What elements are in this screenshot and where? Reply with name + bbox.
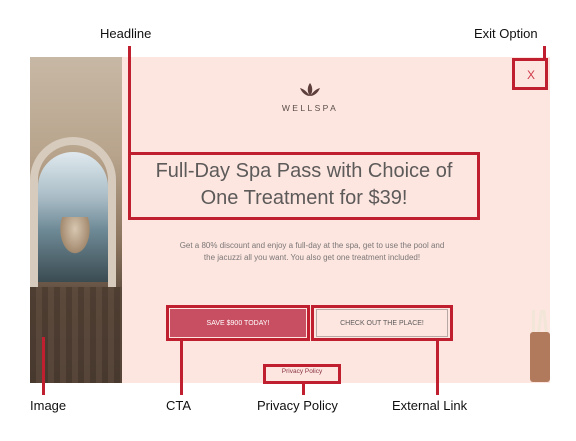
lotus-logo-icon <box>300 83 320 96</box>
cta-highlight-box <box>166 305 310 341</box>
headline-label: Headline <box>100 26 152 41</box>
fountain <box>58 217 92 257</box>
body-line-1: Get a 80% discount and enjoy a full-day … <box>179 241 445 250</box>
headline-leader-line <box>128 46 131 154</box>
body-line-2: the jacuzzi all you want. You also get o… <box>203 253 421 262</box>
exit-option-label: Exit Option <box>474 26 538 41</box>
exit-highlight-box <box>512 58 548 90</box>
cta-leader-line <box>180 339 183 395</box>
image-label: Image <box>30 398 67 413</box>
spa-photo <box>30 57 122 383</box>
external-leader-line <box>436 339 439 395</box>
external-link-highlight-box <box>311 305 453 341</box>
ad-body-text: Get a 80% discount and enjoy a full-day … <box>162 240 462 264</box>
annotated-ad-diagram: WELLSPA Full-Day Spa Pass with Choice of… <box>0 0 576 441</box>
cta-label: CTA <box>166 398 192 413</box>
privacy-leader-line <box>302 382 305 395</box>
privacy-highlight-box <box>263 364 341 384</box>
brand-name: WELLSPA <box>281 103 339 113</box>
privacy-policy-label: Privacy Policy <box>257 398 338 413</box>
image-leader-line <box>42 337 45 395</box>
exit-leader-line <box>543 46 546 60</box>
external-link-label: External Link <box>392 398 468 413</box>
arch-frame <box>30 137 116 287</box>
headline-highlight-box <box>128 152 480 220</box>
reed-diffuser-image <box>526 309 550 382</box>
